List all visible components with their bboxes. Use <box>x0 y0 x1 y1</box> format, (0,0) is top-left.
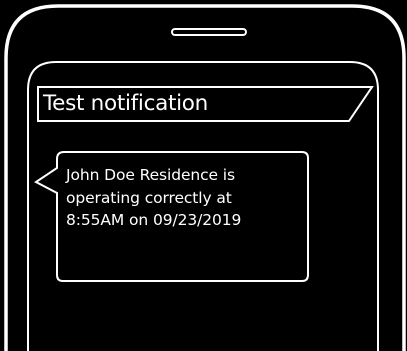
phone-speaker-slot <box>171 28 247 36</box>
message-line: John Doe Residence is <box>66 166 235 184</box>
notification-title: Test notification <box>43 91 208 116</box>
notification-message: John Doe Residence is operating correctl… <box>66 164 296 232</box>
message-line: operating correctly at <box>66 188 232 207</box>
message-line: 8:55AM on 09/23/2019 <box>66 211 242 229</box>
